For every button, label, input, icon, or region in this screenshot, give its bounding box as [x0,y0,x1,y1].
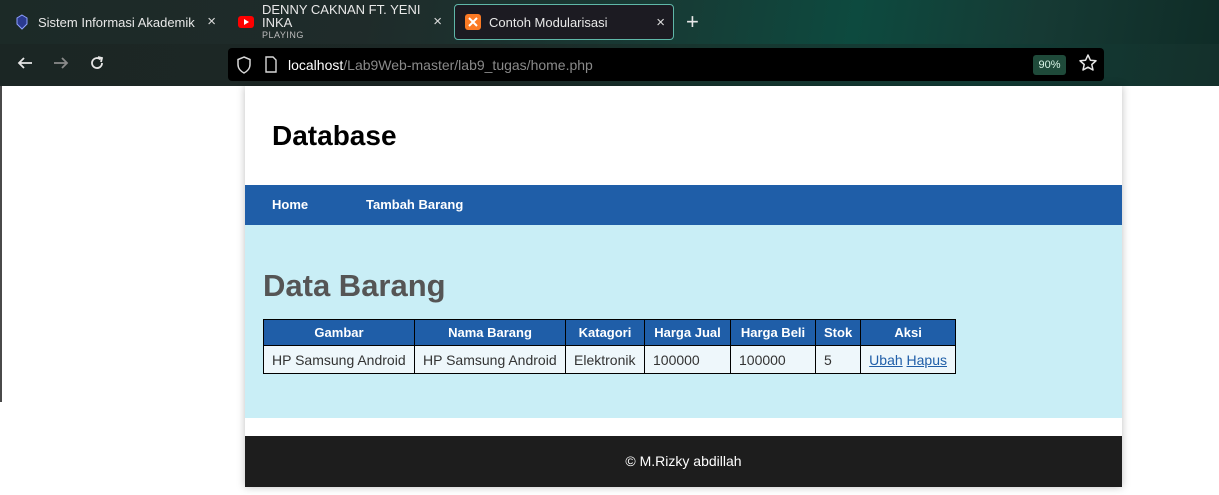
table-row: HP Samsung Android HP Samsung Android El… [263,345,956,374]
cell-katagori: Elektronik [565,345,645,374]
back-arrow-icon[interactable] [14,54,36,76]
tab-denny-caknan[interactable]: DENNY CAKNAN FT. YENI INKA PLAYING × [228,1,450,40]
tab-title: Contoh Modularisasi [489,14,608,30]
close-tab-icon[interactable]: × [656,15,665,31]
cell-gambar: HP Samsung Android [263,345,415,374]
site-title: Database [272,120,397,151]
window-edge [0,86,2,402]
main-menu: Home Tambah Barang [245,185,1122,225]
cell-aksi: Ubah Hapus [860,345,956,374]
tab-title: Sistem Informasi Akademik [38,14,195,30]
url-text[interactable]: localhost/Lab9Web-master/lab9_tugas/home… [288,57,593,73]
shield-icon[interactable] [236,56,252,79]
page-icon[interactable] [264,56,278,78]
content-area: Data Barang Gambar Nama Barang Katagori … [245,225,1122,418]
new-tab-button[interactable]: + [686,10,699,34]
column-header-harga-jual: Harga Jual [644,319,731,346]
cell-harga-beli: 100000 [730,345,816,374]
column-header-nama-barang: Nama Barang [414,319,566,346]
star-icon[interactable] [1078,53,1098,79]
page-viewport: Database Home Tambah Barang Data Barang … [0,86,1219,495]
page-container: Database Home Tambah Barang Data Barang … [245,86,1122,487]
zoom-badge[interactable]: 90% [1033,55,1066,75]
page-heading: Data Barang [263,268,446,303]
column-header-harga-beli: Harga Beli [730,319,816,346]
university-logo-icon [14,14,30,30]
url-path: /Lab9Web-master/lab9_tugas/home.php [343,57,593,73]
forward-arrow-icon[interactable] [50,54,72,76]
url-host: localhost [288,57,344,73]
column-header-gambar: Gambar [263,319,415,346]
column-header-aksi: Aksi [860,319,956,346]
cell-harga-jual: 100000 [644,345,731,374]
menu-home-link[interactable]: Home [272,197,308,212]
tab-sistem-informasi-akademik[interactable]: Sistem Informasi Akademik × [4,4,224,40]
column-header-katagori: Katagori [565,319,645,346]
youtube-icon [238,14,254,30]
address-bar[interactable]: localhost/Lab9Web-master/lab9_tugas/home… [228,48,1104,81]
browser-nav-bar: localhost/Lab9Web-master/lab9_tugas/home… [0,44,1219,86]
ubah-link[interactable]: Ubah [869,352,902,368]
cell-nama-barang: HP Samsung Android [414,345,566,374]
menu-tambah-barang-link[interactable]: Tambah Barang [366,197,463,212]
data-barang-table: Gambar Nama Barang Katagori Harga Jual H… [263,319,956,374]
close-tab-icon[interactable]: × [433,14,442,30]
table-header-row: Gambar Nama Barang Katagori Harga Jual H… [263,319,956,346]
column-header-stok: Stok [814,319,862,346]
xampp-icon [465,14,481,30]
tab-playing-label: PLAYING [262,29,304,40]
hapus-link[interactable]: Hapus [907,352,947,368]
tab-title: DENNY CAKNAN FT. YENI INKA [262,1,421,30]
browser-tab-bar: Sistem Informasi Akademik × DENNY CAKNAN… [0,0,1219,44]
close-tab-icon[interactable]: × [207,14,216,30]
tab-contoh-modularisasi[interactable]: Contoh Modularisasi × [454,4,674,40]
cell-stok: 5 [814,345,862,374]
page-footer: © M.Rizky abdillah [245,436,1122,487]
reload-icon[interactable] [86,54,108,76]
